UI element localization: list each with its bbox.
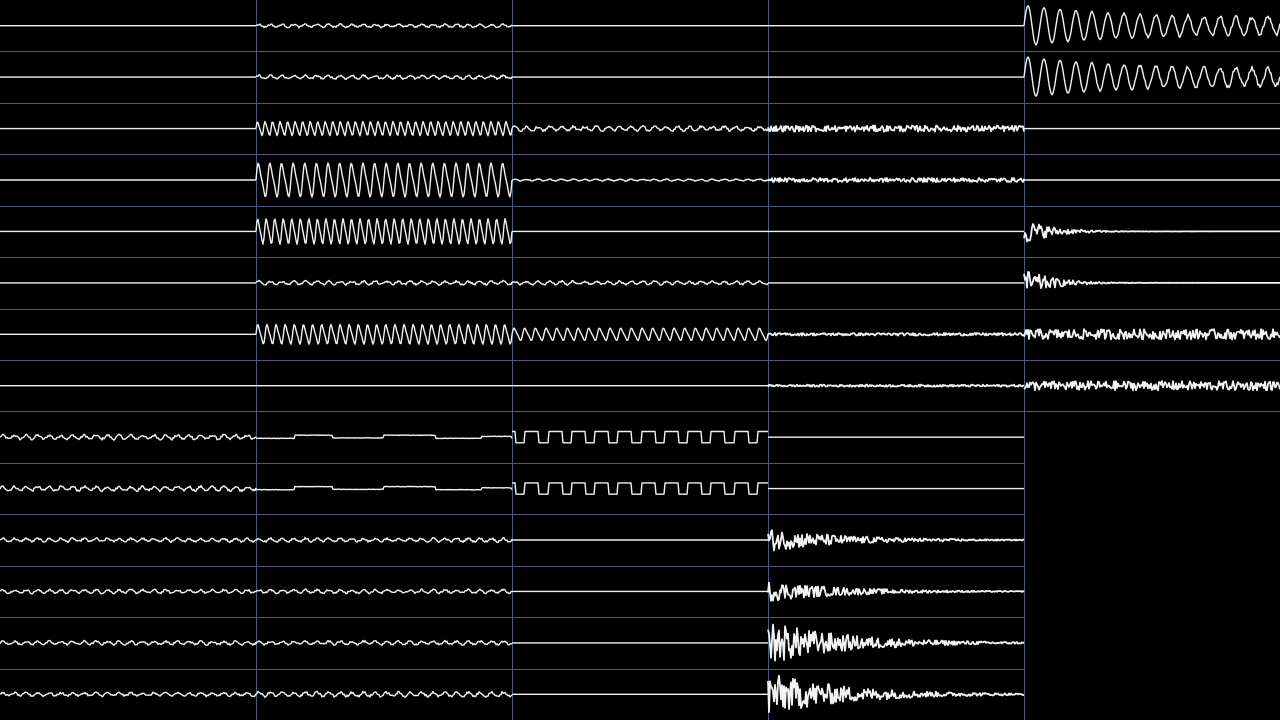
waveform-trace: [1023, 380, 1280, 392]
waveform-trace: [0, 691, 257, 698]
waveform-trace: [511, 327, 769, 342]
waveform-trace: [256, 588, 513, 595]
waveform-trace: [0, 433, 257, 441]
waveform-trace: [767, 124, 1025, 133]
waveform-trace: [512, 430, 768, 444]
waveform-trace: [767, 674, 1025, 713]
waveform-trace: [255, 323, 513, 345]
waveform-trace: [767, 623, 1025, 662]
waveform-trace: [511, 124, 769, 133]
waveform-trace: [1023, 271, 1280, 290]
waveform-trace: [255, 536, 513, 544]
waveform-trace: [255, 485, 513, 491]
waveform-trace: [255, 23, 513, 29]
waveform-trace: [256, 434, 513, 440]
waveform-trace: [512, 482, 768, 495]
waveform-trace: [767, 529, 1025, 552]
waveform-trace: [255, 279, 513, 286]
waveform-trace: [0, 588, 257, 595]
waveform-trace: [511, 279, 769, 286]
waveform-trace: [1023, 223, 1280, 243]
waveform-trace: [255, 74, 513, 81]
waveform-trace: [0, 639, 257, 646]
oscilloscope-view: [0, 0, 1280, 720]
waveform-trace: [1023, 4, 1280, 46]
waveform-trace: [767, 383, 1025, 388]
waveform-trace: [255, 120, 513, 137]
waveform-trace: [255, 162, 513, 198]
waveform-trace: [511, 178, 769, 182]
channel-grid: [0, 0, 1280, 720]
waveform-trace: [767, 332, 1025, 337]
waveform-trace: [255, 690, 513, 698]
waveform-traces: [0, 4, 1280, 713]
waveform-trace: [767, 177, 1025, 183]
waveform-trace: [1023, 56, 1280, 97]
waveform-trace: [1023, 328, 1280, 341]
waveform-trace: [255, 217, 513, 245]
waveform-trace: [767, 581, 1025, 602]
waveform-trace: [0, 484, 257, 493]
waveform-trace: [255, 639, 513, 646]
waveform-trace: [0, 537, 257, 544]
